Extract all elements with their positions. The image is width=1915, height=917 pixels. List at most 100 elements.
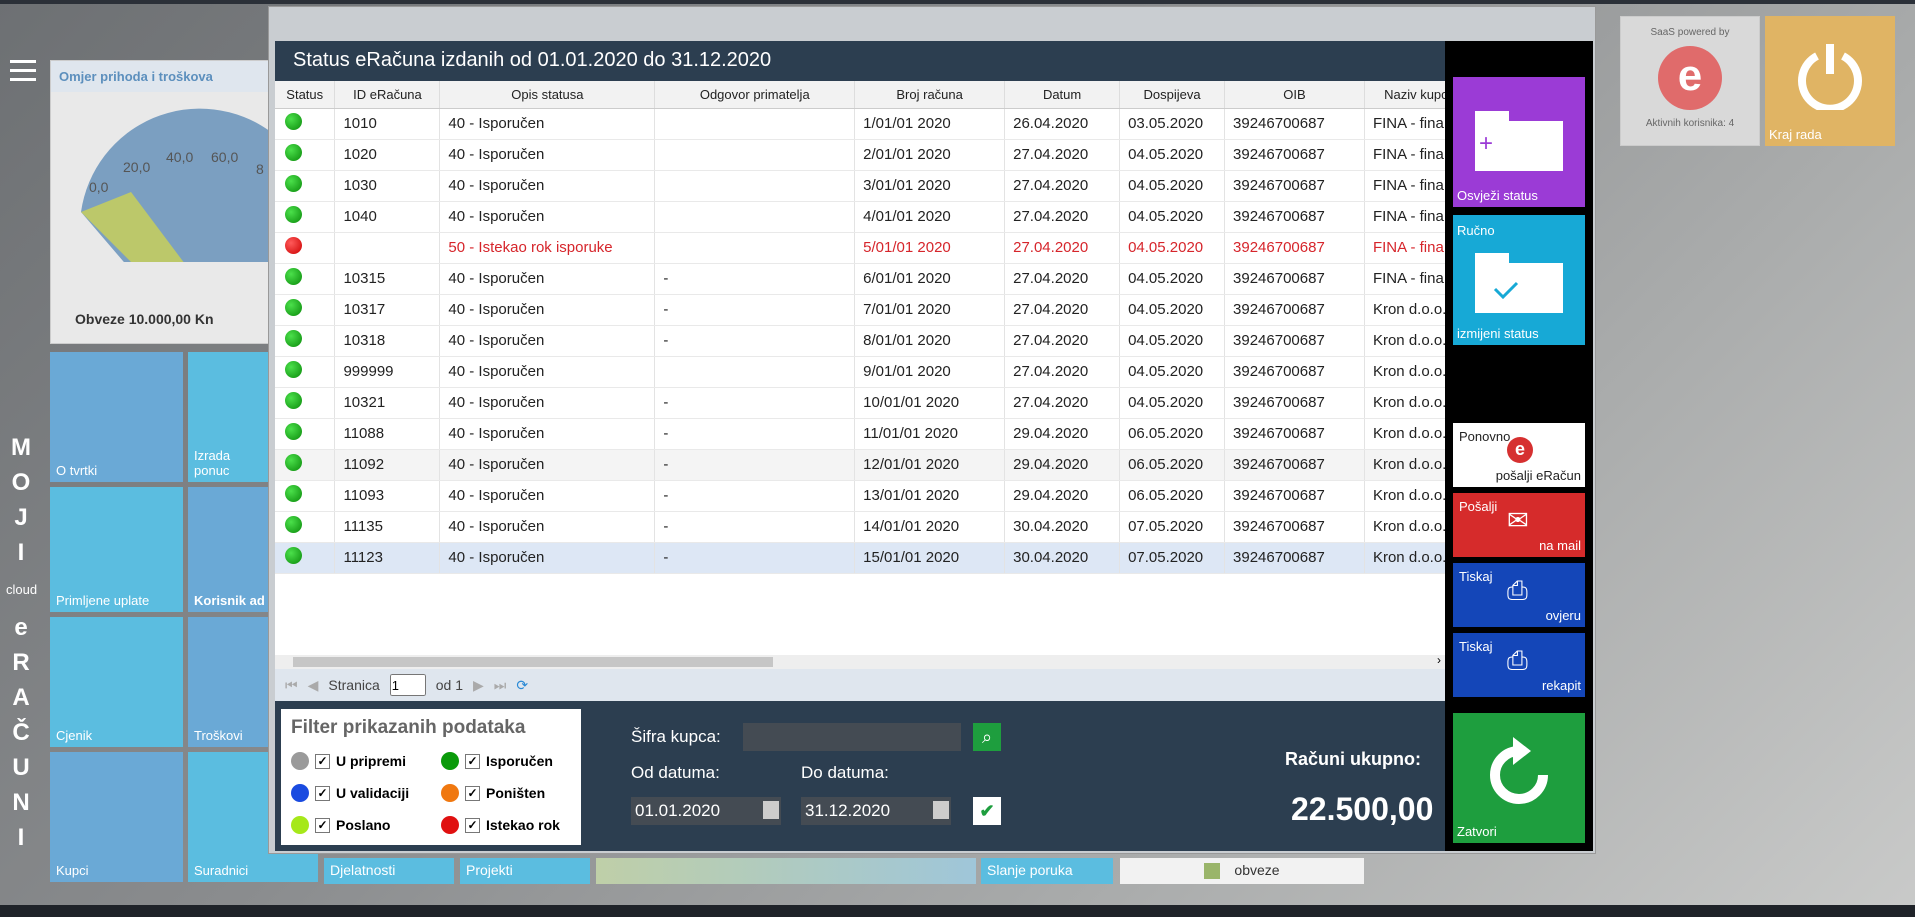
column-header[interactable]: Status	[275, 81, 336, 109]
filter-option[interactable]: ✓ U validaciji	[291, 777, 441, 809]
do-date-input[interactable]: 31.12.2020	[801, 797, 951, 825]
close-button[interactable]: Zatvori	[1453, 713, 1585, 843]
table-cell	[654, 170, 856, 202]
dialog-title: Status eRačuna izdanih od 01.01.2020 do …	[275, 41, 1445, 81]
tile-cjenik[interactable]: Cjenik	[50, 617, 183, 747]
table-cell: -	[654, 542, 856, 574]
table-row[interactable]: 11123 40 - Isporučen -15/01/01 2020 30.04.2…	[275, 542, 1445, 574]
column-header[interactable]: Odgovor primatelja	[654, 81, 856, 109]
prev-page-icon[interactable]: ◀	[308, 677, 319, 694]
filter-checkbox[interactable]: ✓	[315, 785, 330, 801]
table-cell: 39246700687	[1224, 449, 1365, 481]
column-header[interactable]: Opis statusa	[439, 81, 656, 109]
status-green-icon	[285, 454, 302, 471]
menu-icon[interactable]	[10, 60, 36, 82]
send-mail-button[interactable]: Pošalji ✉ na mail	[1453, 493, 1585, 557]
do-label: Do datuma:	[801, 763, 889, 782]
tile-o-tvrtki[interactable]: O tvrtki	[50, 352, 183, 482]
tile-korisnik[interactable]: Korisnik ad	[188, 487, 268, 612]
gauge-chart: 0,0 20,0 40,0 60,0 8	[81, 108, 271, 282]
column-header[interactable]: Naziv kupca	[1364, 81, 1445, 109]
table-cell: 7/01/01 2020	[854, 294, 1006, 326]
status-green-icon	[285, 392, 302, 409]
filter-option[interactable]: ✓ Istekao rok	[441, 809, 571, 841]
refresh-icon[interactable]: ⟳	[516, 677, 528, 694]
refresh-status-button[interactable]: + Osvježi status	[1453, 77, 1585, 207]
sifra-input[interactable]	[743, 723, 961, 751]
print-recap-button[interactable]: Tiskaj ⎙ rekapit	[1453, 633, 1585, 697]
first-page-icon[interactable]: ⏮	[285, 677, 298, 694]
tile-kupci[interactable]: Kupci	[50, 752, 183, 882]
table-cell: -	[654, 480, 856, 512]
print-verification-button[interactable]: Tiskaj ⎙ ovjeru	[1453, 563, 1585, 627]
filter-option[interactable]: ✓ Poništen	[441, 777, 571, 809]
table-row[interactable]: 50 - Istekao rok isporuke 5/01/01 2020 27.…	[275, 232, 1445, 264]
saas-top-text: SaaS powered by	[1650, 27, 1730, 38]
table-row[interactable]: 1040 40 - Isporučen 4/01/01 2020 27.04.2020…	[275, 201, 1445, 233]
table-row[interactable]: 1030 40 - Isporučen 3/01/01 2020 27.04.2020…	[275, 170, 1445, 202]
column-header[interactable]: ID eRačuna	[334, 81, 441, 109]
table-cell: 40 - Isporučen	[439, 139, 656, 171]
table-cell: 12/01/01 2020	[854, 449, 1006, 481]
column-header[interactable]: Dospijeva	[1119, 81, 1226, 109]
resend-button[interactable]: Ponovno e pošalji eRačun	[1453, 423, 1585, 487]
table-row[interactable]: 11088 40 - Isporučen -11/01/01 2020 29.04.2…	[275, 418, 1445, 450]
table-cell: FINA - fina	[1364, 139, 1445, 171]
status-green-icon	[285, 330, 302, 347]
filter-checkbox[interactable]: ✓	[465, 817, 480, 833]
table-cell: FINA - fina	[1364, 232, 1445, 264]
filter-option[interactable]: ✓ U pripremi	[291, 745, 441, 777]
folder-check-icon	[1475, 253, 1563, 313]
table-row[interactable]: 999999 40 - Isporučen 9/01/01 2020 27.04.20…	[275, 356, 1445, 388]
page-input[interactable]	[389, 674, 426, 696]
table-row[interactable]: 10317 40 - Isporučen -7/01/01 2020 27.04.20…	[275, 294, 1445, 326]
logout-tile[interactable]: Kraj rada	[1765, 16, 1895, 146]
table-cell: 40 - Isporučen	[439, 325, 656, 357]
button-label: Tiskaj	[1459, 639, 1493, 654]
filter-checkbox[interactable]: ✓	[465, 785, 480, 801]
status-cell	[275, 139, 336, 171]
table-row[interactable]: 11092 40 - Isporučen -12/01/01 2020 29.04.2…	[275, 449, 1445, 481]
filter-option[interactable]: ✓ Isporučen	[441, 745, 571, 777]
tile-map[interactable]	[596, 858, 976, 884]
table-row[interactable]: 1010 40 - Isporučen 1/01/01 2020 26.04.2020…	[275, 108, 1445, 140]
table-cell: Kron d.o.o.	[1364, 480, 1445, 512]
tile-obveze[interactable]: obveze	[1120, 858, 1364, 884]
table-row[interactable]: 11093 40 - Isporučen -13/01/01 2020 29.04.2…	[275, 480, 1445, 512]
apply-filter-button[interactable]: ✔	[973, 797, 1001, 825]
filter-checkbox[interactable]: ✓	[315, 817, 330, 833]
filter-checkbox[interactable]: ✓	[315, 753, 330, 769]
tile-slanje-poruka[interactable]: Slanje poruka	[981, 858, 1113, 884]
column-header[interactable]: Broj računa	[854, 81, 1006, 109]
column-header[interactable]: Datum	[1004, 81, 1121, 109]
table-cell: -	[654, 294, 856, 326]
tile-primljene-uplate[interactable]: Primljene uplate	[50, 487, 183, 612]
calendar-icon[interactable]	[933, 801, 949, 819]
calendar-icon[interactable]	[763, 801, 779, 819]
filter-option[interactable]: ✓ Poslano	[291, 809, 441, 841]
table-row[interactable]: 1020 40 - Isporučen 2/01/01 2020 27.04.2020…	[275, 139, 1445, 171]
filter-checkbox[interactable]: ✓	[465, 753, 480, 769]
table-row[interactable]: 10315 40 - Isporučen -6/01/01 2020 27.04.20…	[275, 263, 1445, 295]
tile-troskovi[interactable]: Troškovi	[188, 617, 268, 747]
last-page-icon[interactable]: ⏭	[494, 677, 507, 694]
table-cell: 40 - Isporučen	[439, 387, 656, 419]
table-cell: 999999	[334, 356, 441, 388]
status-green-icon	[285, 268, 302, 285]
manual-status-button[interactable]: Ručno izmijeni status	[1453, 215, 1585, 345]
tile-djelatnosti[interactable]: Djelatnosti	[324, 858, 454, 884]
horizontal-scrollbar[interactable]: ›	[275, 653, 1445, 669]
tile-projekti[interactable]: Projekti	[460, 858, 590, 884]
table-row[interactable]: 11135 40 - Isporučen -14/01/01 2020 30.04.2…	[275, 511, 1445, 543]
search-button[interactable]: ⌕	[973, 723, 1001, 751]
tile-izrada-ponude[interactable]: Izrada ponuc	[188, 352, 268, 482]
table-cell: 30.04.2020	[1004, 511, 1121, 543]
column-header[interactable]: OIB	[1224, 81, 1365, 109]
next-page-icon[interactable]: ▶	[473, 677, 484, 694]
table-row[interactable]: 10321 40 - Isporučen -10/01/01 2020 27.04.2…	[275, 387, 1445, 419]
table-cell: 07.05.2020	[1119, 542, 1226, 574]
table-cell: 04.05.2020	[1119, 170, 1226, 202]
table-cell	[654, 139, 856, 171]
table-row[interactable]: 10318 40 - Isporučen -8/01/01 2020 27.04.20…	[275, 325, 1445, 357]
od-date-input[interactable]: 01.01.2020	[631, 797, 781, 825]
